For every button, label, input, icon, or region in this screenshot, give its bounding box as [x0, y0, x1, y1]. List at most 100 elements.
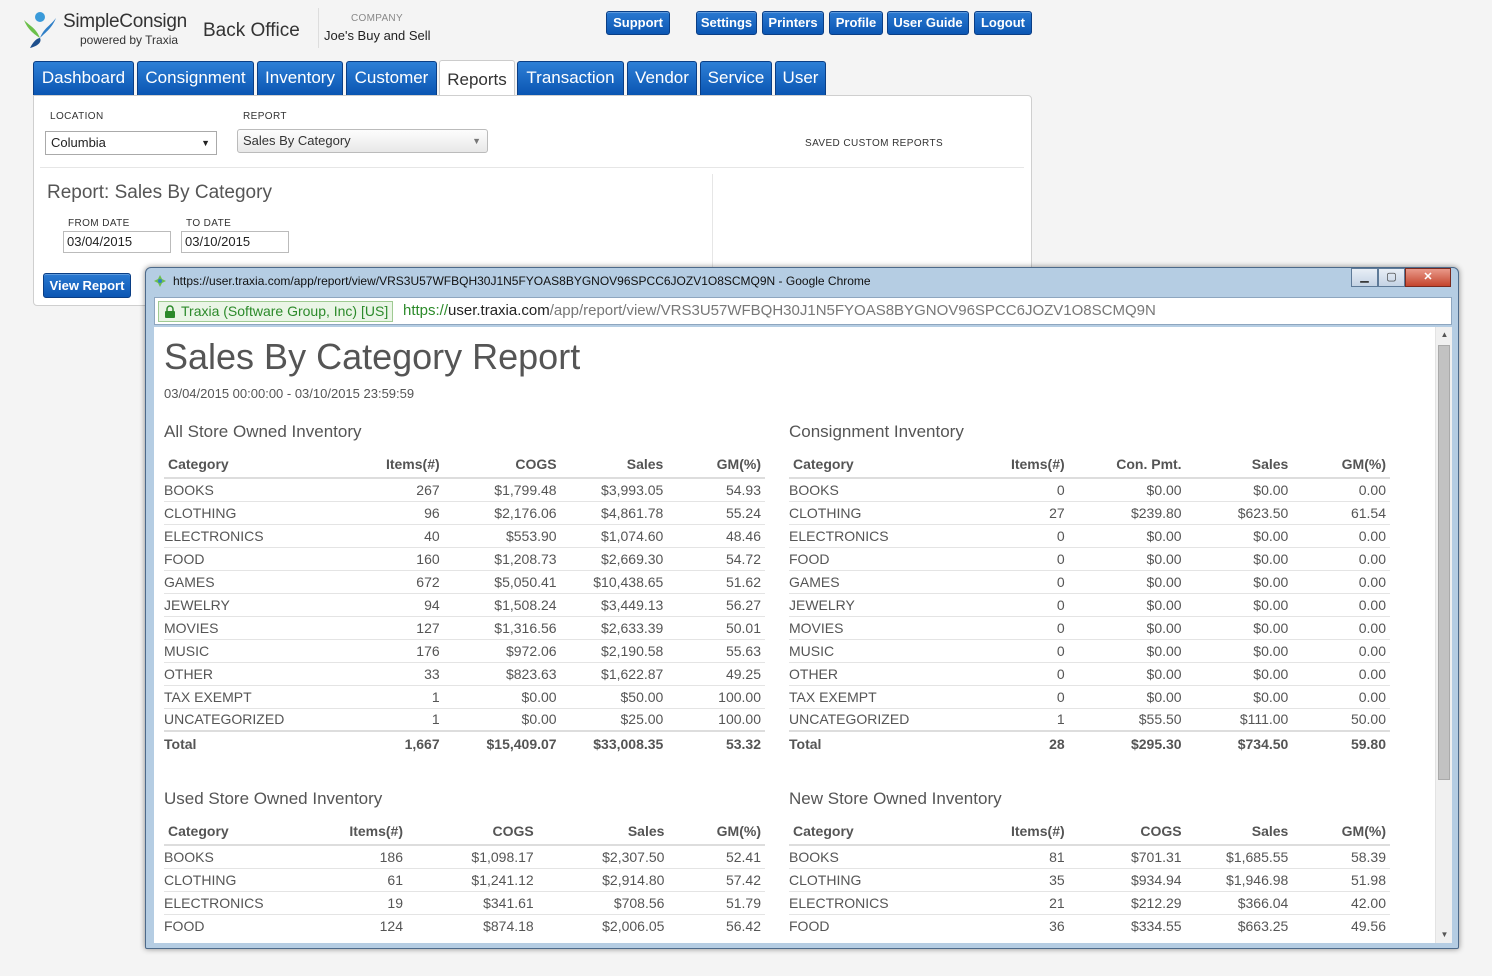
table-cell: $3,449.13: [560, 592, 668, 616]
column-header[interactable]: Sales: [1185, 450, 1293, 479]
table-row: FOOD 36 $334.55 $663.25 49.56: [789, 913, 1390, 937]
table-row: FOOD 0 $0.00 $0.00 0.00: [789, 546, 1390, 570]
table-cell: 0: [1056, 481, 1065, 498]
column-header[interactable]: Category: [164, 450, 368, 479]
table-cell: 127: [367, 615, 444, 639]
table-cell: $701.31: [1130, 848, 1182, 865]
scroll-thumb[interactable]: [1438, 345, 1450, 780]
tab-customer[interactable]: Customer: [346, 61, 437, 95]
table-cell: JEWELRY: [164, 592, 368, 616]
to-date-input[interactable]: 03/10/2015: [181, 231, 289, 253]
table-cell: $874.18: [407, 913, 538, 937]
tab-reports[interactable]: Reports: [439, 60, 515, 96]
scroll-down-icon[interactable]: ▼: [1436, 927, 1452, 943]
table-cell: $623.50: [1185, 500, 1293, 524]
tab-consignment[interactable]: Consignment: [137, 61, 254, 95]
table-row: UNCATEGORIZED 1 $55.50 $111.00 50.00: [789, 707, 1390, 731]
table-row: OTHER 0 $0.00 $0.00 0.00: [789, 661, 1390, 685]
all-store-owned-table: Category Items(#) COGS Sales GM(%) BOOKS 267 $1…: [164, 450, 765, 756]
column-header[interactable]: Sales: [1185, 817, 1293, 846]
column-header[interactable]: COGS: [443, 450, 561, 479]
tab-vendor[interactable]: Vendor: [627, 61, 697, 95]
table-row: ELECTRONICS 19 $341.61 $708.56 51.79: [164, 890, 765, 914]
total-cell: $15,409.07: [443, 730, 561, 756]
table-cell: $25.00: [560, 707, 668, 731]
ev-certificate-badge[interactable]: Traxia (Software Group, Inc) [US]: [158, 301, 394, 322]
table-total-row: Total 28 $295.30 $734.50 59.80: [789, 730, 1390, 756]
table-cell: ELECTRONICS: [164, 890, 345, 914]
view-report-button[interactable]: View Report: [43, 273, 131, 298]
table-row: CLOTHING 35 $934.94 $1,946.98 51.98: [789, 867, 1390, 891]
maximize-icon[interactable]: ▢: [1378, 268, 1405, 287]
table-cell: 36: [992, 913, 1069, 937]
close-icon[interactable]: ✕: [1405, 268, 1451, 287]
table-cell: 0: [992, 661, 1069, 685]
traxia-favicon-icon: [154, 275, 166, 287]
ev-certificate-name: Traxia (Software Group, Inc) [US]: [181, 303, 389, 319]
table-cell: GAMES: [789, 569, 993, 593]
column-header[interactable]: GM(%): [1292, 450, 1390, 479]
column-header[interactable]: COGS: [407, 817, 538, 846]
lock-icon: [165, 305, 175, 318]
column-header[interactable]: Category: [164, 817, 345, 846]
column-header[interactable]: Items(#): [367, 450, 444, 479]
table-cell: $50.00: [560, 684, 668, 708]
address-bar[interactable]: Traxia (Software Group, Inc) [US] https:…: [154, 297, 1452, 325]
minimize-icon[interactable]: ▁: [1351, 268, 1378, 287]
table-cell: CLOTHING: [789, 867, 993, 891]
table-cell: MUSIC: [789, 638, 993, 662]
table-cell: 55.63: [667, 638, 765, 662]
user-guide-button[interactable]: User Guide: [887, 11, 969, 35]
tab-dashboard[interactable]: Dashboard: [33, 61, 134, 95]
scrollbar[interactable]: ▲ ▼: [1435, 327, 1452, 943]
column-header[interactable]: Items(#): [992, 450, 1069, 479]
table-cell: $1,316.56: [443, 615, 561, 639]
table-cell: 94: [367, 592, 444, 616]
table-cell: $2,190.58: [560, 638, 668, 662]
column-header[interactable]: Sales: [560, 450, 668, 479]
column-header[interactable]: Category: [789, 450, 993, 479]
table-row: ELECTRONICS 40 $553.90 $1,074.60 48.46: [164, 523, 765, 547]
logout-button[interactable]: Logout: [974, 11, 1032, 35]
column-header[interactable]: Items(#): [992, 817, 1069, 846]
location-select[interactable]: Columbia ▼: [45, 131, 217, 155]
table-cell: $0.00: [1185, 661, 1293, 685]
column-header[interactable]: GM(%): [1292, 817, 1390, 846]
support-button[interactable]: Support: [606, 11, 670, 35]
column-header[interactable]: Sales: [537, 817, 669, 846]
table-row: FOOD 160 $1,208.73 $2,669.30 54.72: [164, 546, 765, 570]
column-header[interactable]: Category: [789, 817, 993, 846]
tab-service[interactable]: Service: [700, 61, 772, 95]
to-date-label: TO DATE: [186, 218, 232, 229]
column-header[interactable]: Con. Pmt.: [1068, 450, 1186, 479]
report-select[interactable]: Sales By Category ▼: [237, 129, 488, 153]
table-cell: OTHER: [789, 661, 993, 685]
table-row: BOOKS 81 $701.31 $1,685.55 58.39: [789, 845, 1390, 868]
table-cell: OTHER: [164, 661, 368, 685]
tab-transaction[interactable]: Transaction: [517, 61, 624, 95]
tab-inventory[interactable]: Inventory: [257, 61, 343, 95]
table-cell: 0: [992, 523, 1069, 547]
total-cell: 53.32: [667, 730, 765, 756]
table-cell: 0: [992, 684, 1069, 708]
table-cell: $1,622.87: [560, 661, 668, 685]
column-header[interactable]: GM(%): [667, 450, 765, 479]
total-cell: 28: [992, 730, 1069, 756]
table-cell: $0.00: [1068, 569, 1186, 593]
table-cell: $239.80: [1068, 500, 1186, 524]
tab-user[interactable]: User: [775, 61, 826, 95]
column-header[interactable]: GM(%): [668, 817, 765, 846]
table-cell: 1: [367, 707, 444, 731]
from-date-input[interactable]: 03/04/2015: [63, 231, 171, 253]
printers-button[interactable]: Printers: [762, 11, 824, 35]
settings-button[interactable]: Settings: [696, 11, 757, 35]
new-store-owned-table: Category Items(#) COGS Sales GM(%) BOOKS 81 $70…: [789, 817, 1390, 937]
profile-button[interactable]: Profile: [829, 11, 883, 35]
table-header-row: Category Items(#) Con. Pmt. Sales GM(%): [789, 450, 1390, 479]
column-header[interactable]: COGS: [1068, 817, 1186, 846]
table-cell: 0: [992, 592, 1069, 616]
column-header[interactable]: Items(#): [344, 817, 407, 846]
table-cell: FOOD: [164, 913, 345, 937]
table-cell: $2,307.50: [602, 848, 665, 865]
scroll-up-icon[interactable]: ▲: [1436, 327, 1452, 343]
